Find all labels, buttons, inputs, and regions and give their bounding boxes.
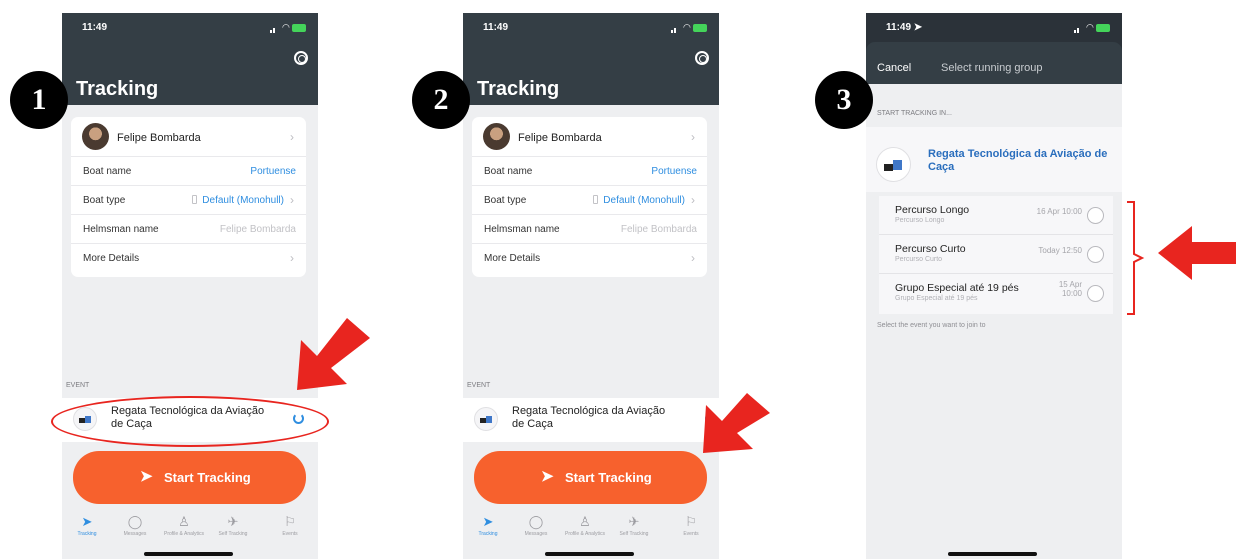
red-bracket [1127, 201, 1145, 315]
annotation-arrows [297, 201, 1236, 453]
red-arrow-icon [297, 226, 1236, 453]
